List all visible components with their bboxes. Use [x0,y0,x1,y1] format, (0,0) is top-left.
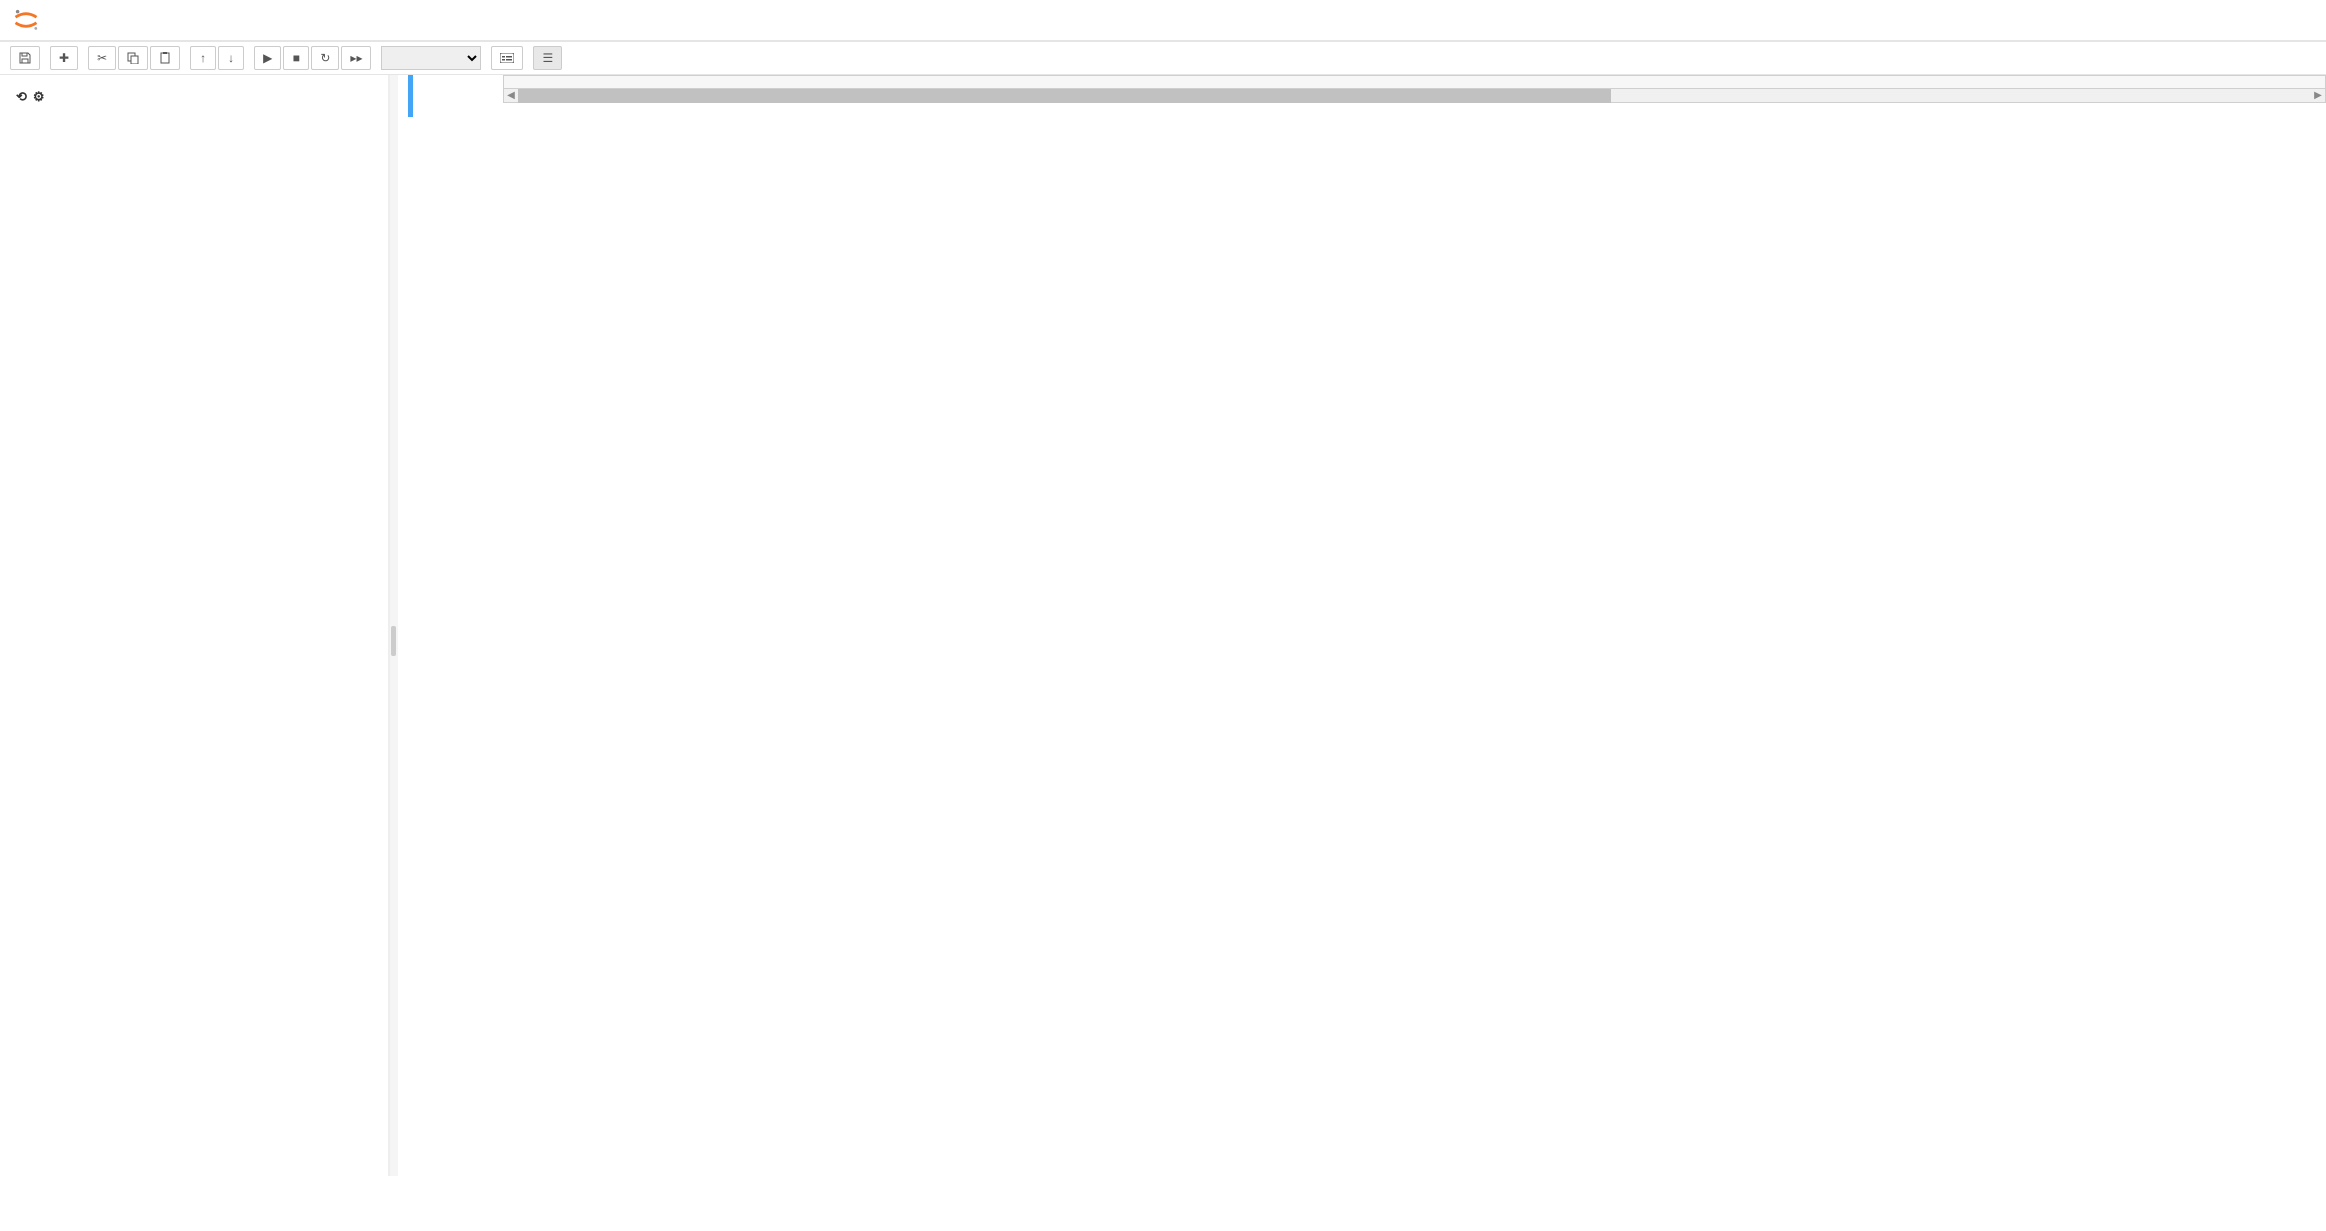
result-repr [498,125,2326,139]
run-button[interactable]: ▶ [254,46,281,70]
checkpoint-info [64,12,72,28]
move-down-button[interactable]: ↓ [218,46,244,70]
out-prompt [408,125,498,466]
sidebar-resize-handle[interactable] [390,75,398,1176]
accelerometer-chart [498,143,1438,463]
refresh-icon[interactable]: ⟲ [16,89,27,105]
stop-button[interactable]: ■ [283,46,309,70]
chart-output [498,143,2326,466]
run-all-button[interactable]: ▸▸ [341,46,371,70]
toc-toggle-button[interactable]: ☰ [533,46,562,70]
paste-button[interactable] [150,46,180,70]
command-palette-button[interactable] [491,46,523,70]
toolbar: ✚ ✂ ↑ ↓ ▶ ■ ↻ ▸▸ ☰ [0,42,2326,75]
notebook-body: ◀▶ [398,75,2326,1176]
jupyter-logo [12,6,44,34]
in-prompt [413,75,503,117]
save-button[interactable] [10,46,40,70]
move-up-button[interactable]: ↑ [190,46,216,70]
code-horizontal-scrollbar[interactable]: ◀▶ [503,89,2326,103]
notebook-header [0,0,2326,41]
code-editor[interactable] [503,75,2326,89]
cut-button[interactable]: ✂ [88,46,116,70]
copy-button[interactable] [118,46,148,70]
main-area: ⟲ ⚙ ◀▶ [0,75,2326,1176]
gear-icon[interactable]: ⚙ [33,89,45,105]
toc-title: ⟲ ⚙ [10,89,378,105]
cell-type-select[interactable] [381,46,481,70]
stdout-output [503,103,2326,117]
restart-button[interactable]: ↻ [311,46,339,70]
code-cell[interactable]: ◀▶ [408,75,2326,117]
toc-sidebar: ⟲ ⚙ [0,75,390,1176]
add-cell-button[interactable]: ✚ [50,46,78,70]
output-cell [408,125,2326,466]
